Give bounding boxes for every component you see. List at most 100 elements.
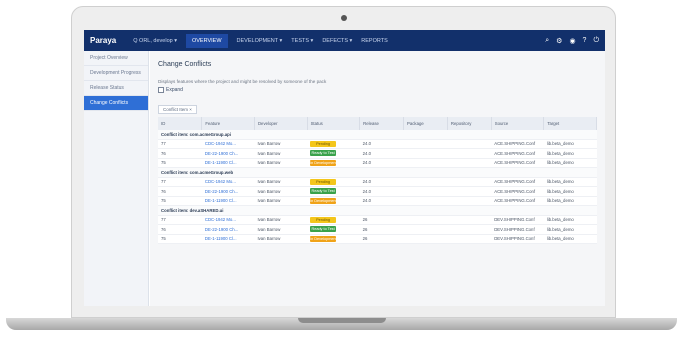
- help-icon[interactable]: ?: [583, 37, 587, 45]
- column-header[interactable]: Target: [543, 117, 597, 130]
- cell-status: Pending: [307, 215, 360, 225]
- column-header[interactable]: Source: [491, 117, 545, 130]
- cell-status: Ready to Test: [307, 186, 360, 197]
- cell-developer: Ivan Barrow: [254, 177, 308, 187]
- cell-developer: Ivan Barrow: [254, 186, 308, 197]
- sidebar-item-development-progress[interactable]: Development Progress: [84, 66, 148, 81]
- group-row[interactable]: Conflict item: com.acmeGroup.api: [158, 130, 597, 140]
- sidebar-item-project-overview[interactable]: Project Overview: [84, 51, 148, 66]
- cell-feature-link[interactable]: DE-22-1900 Ch...: [201, 186, 255, 197]
- cell-id: 75: [158, 234, 202, 244]
- status-badge: Ready to Test: [310, 188, 337, 195]
- column-header[interactable]: Release: [359, 117, 405, 130]
- brand-logo[interactable]: Paraya: [90, 36, 116, 45]
- cell-feature-link[interactable]: DE-1-11900 Cl...: [201, 196, 255, 206]
- column-header[interactable]: ID: [158, 117, 203, 130]
- cell-source: ACE.SHIPPING.Conf: [491, 177, 544, 187]
- nav-project-select[interactable]: Q ORL, develop ▾: [133, 38, 177, 44]
- sidebar-item-change-conflicts[interactable]: Change Conflicts: [84, 96, 148, 111]
- conflicts-table: ID Feature Developer Status Release Pack…: [158, 117, 597, 244]
- nav-tests[interactable]: TESTS ▾: [291, 38, 313, 44]
- search-icon[interactable]: ⌕: [545, 37, 549, 45]
- cell-package: [403, 139, 448, 149]
- table-row[interactable]: 75 DE-1-11900 Cl... Ivan Barrow In Developm…: [158, 196, 597, 206]
- cell-status: Ready to Test: [307, 224, 360, 235]
- cell-release: 24.0: [359, 158, 404, 168]
- cell-feature-link[interactable]: DE-1-11900 Cl...: [201, 158, 255, 168]
- cell-release: 24.0: [359, 196, 404, 206]
- table-header-row: ID Feature Developer Status Release Pack…: [158, 117, 597, 130]
- cell-package: [403, 196, 448, 206]
- cell-feature-link[interactable]: DE-22-1900 Ch...: [201, 224, 255, 235]
- table-row[interactable]: 75 DE-1-11900 Cl... Ivan Barrow In Developm…: [158, 158, 597, 168]
- table-row[interactable]: 77 CDC-1942 Mo... Ivan Barrow Pending 24.0 AC…: [158, 139, 597, 149]
- group-label: Conflict item: com.acmeGroup.web: [158, 167, 597, 178]
- cell-feature-link[interactable]: CDC-1942 Mo...: [201, 177, 255, 187]
- cell-id: 77: [158, 177, 202, 187]
- table-row[interactable]: 76 DE-22-1900 Ch... Ivan Barrow Ready to Te…: [158, 224, 597, 235]
- cell-package: [403, 148, 448, 159]
- cell-target: lib.beta_demo: [543, 177, 597, 187]
- status-badge: In Development: [310, 235, 337, 242]
- cell-repository: [447, 186, 492, 197]
- cell-repository: [447, 196, 492, 206]
- cell-feature-link[interactable]: DE-22-1900 Ch...: [201, 148, 255, 159]
- user-icon[interactable]: ◉: [569, 37, 575, 45]
- cell-developer: Ivan Barrow: [254, 215, 308, 225]
- cell-target: lib.beta_demo: [543, 139, 597, 149]
- cell-target: lib.beta_demo: [543, 196, 597, 206]
- group-row[interactable]: Conflict item: com.acmeGroup.web: [158, 167, 597, 178]
- main-content: Change Conflicts Displays features where…: [150, 51, 605, 306]
- nav-overview[interactable]: OVERVIEW: [185, 33, 228, 48]
- group-label: Conflict item: com.acmeGroup.api: [158, 130, 597, 140]
- cell-source: DEV.SHIPPING.Conf: [491, 224, 544, 235]
- status-badge: Pending: [310, 178, 337, 185]
- status-badge: Ready to Test: [310, 226, 337, 233]
- cell-repository: [447, 224, 492, 235]
- cell-source: ACE.SHIPPING.Conf: [491, 158, 544, 168]
- group-row[interactable]: Conflict item: dev.aSHARED.ui: [158, 205, 597, 216]
- sidebar: Project Overview Development Progress Re…: [84, 51, 149, 306]
- cell-status: In Development: [307, 158, 360, 168]
- cell-developer: Ivan Barrow: [254, 224, 308, 235]
- status-badge: Ready to Test: [310, 150, 337, 157]
- cell-status: Ready to Test: [307, 148, 360, 159]
- cell-source: ACE.SHIPPING.Conf: [491, 196, 544, 206]
- camera-icon: [341, 15, 347, 21]
- table-row[interactable]: 75 DE-1-11900 Cl... Ivan Barrow In Developm…: [158, 234, 597, 244]
- cell-package: [403, 186, 448, 197]
- cell-id: 75: [158, 196, 202, 206]
- table-row[interactable]: 76 DE-22-1900 Ch... Ivan Barrow Ready to Te…: [158, 148, 597, 159]
- table-row[interactable]: 77 CDC-1942 Mo... Ivan Barrow Pending 26 DEV.…: [158, 215, 597, 225]
- sidebar-item-release-status[interactable]: Release Status: [84, 81, 148, 96]
- cell-package: [403, 177, 448, 187]
- settings-icon[interactable]: ⚙: [556, 37, 562, 45]
- column-header[interactable]: Package: [403, 117, 448, 130]
- cell-developer: Ivan Barrow: [254, 148, 308, 159]
- status-badge: In Development: [310, 159, 337, 166]
- column-header[interactable]: Status: [307, 117, 361, 130]
- nav-development[interactable]: DEVELOPMENT ▾: [237, 38, 283, 44]
- cell-target: lib.beta_demo: [543, 224, 597, 235]
- status-badge: Pending: [310, 140, 337, 147]
- table-row[interactable]: 77 CDC-1942 Mo... Ivan Barrow Pending 24.0 AC…: [158, 177, 597, 187]
- cell-target: lib.beta_demo: [543, 148, 597, 159]
- expand-toggle[interactable]: Expand: [158, 87, 597, 93]
- cell-release: 26: [359, 224, 404, 235]
- column-header[interactable]: Developer: [254, 117, 308, 130]
- cell-id: 77: [158, 215, 202, 225]
- column-header[interactable]: Repository: [447, 117, 492, 130]
- power-icon[interactable]: ⏻: [593, 37, 599, 45]
- cell-feature-link[interactable]: CDC-1942 Mo...: [201, 215, 255, 225]
- cell-repository: [447, 158, 492, 168]
- cell-feature-link[interactable]: DE-1-11900 Cl...: [201, 234, 255, 244]
- column-header[interactable]: Feature: [201, 117, 255, 130]
- table-row[interactable]: 76 DE-22-1900 Ch... Ivan Barrow Ready to Te…: [158, 186, 597, 197]
- nav-defects[interactable]: DEFECTS ▾: [322, 38, 352, 44]
- expand-checkbox[interactable]: [158, 87, 164, 93]
- nav-reports[interactable]: REPORTS: [361, 38, 388, 44]
- cell-source: ACE.SHIPPING.Conf: [491, 186, 544, 197]
- group-by-chip[interactable]: Conflict Item ×: [158, 105, 197, 114]
- cell-package: [403, 158, 448, 168]
- cell-feature-link[interactable]: CDC-1942 Mo...: [201, 139, 255, 149]
